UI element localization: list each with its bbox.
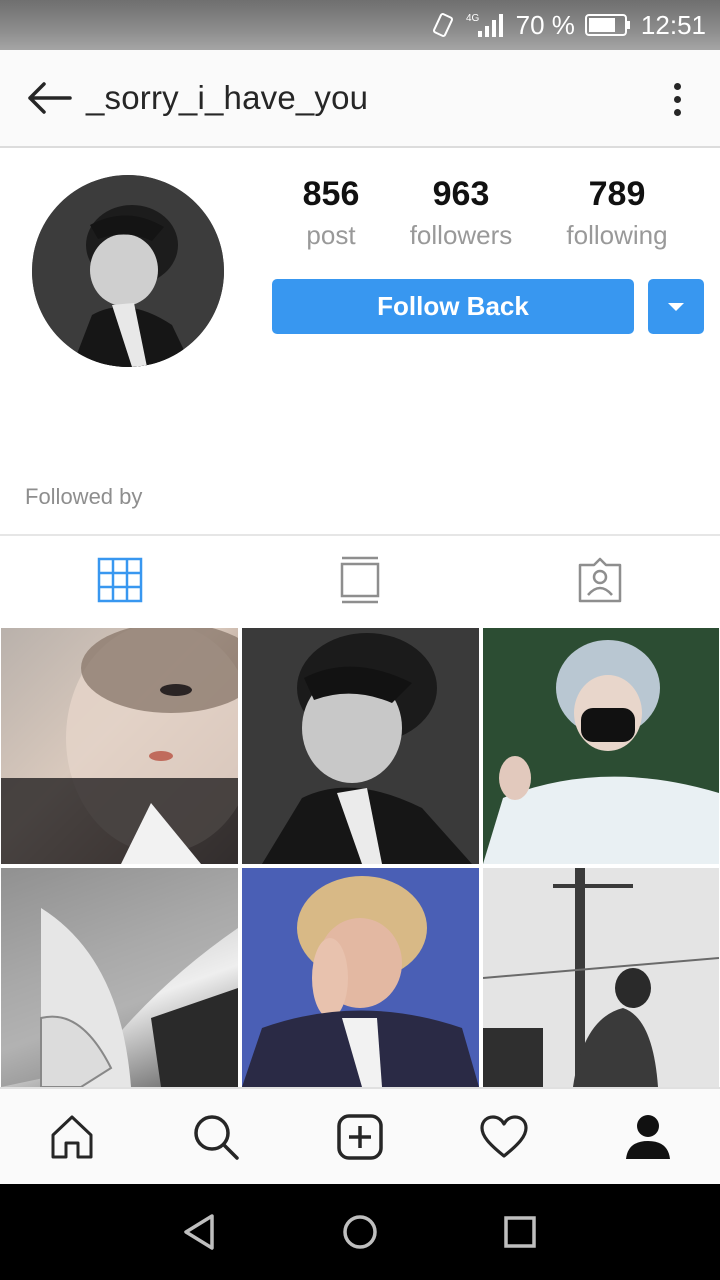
nav-add-post[interactable]	[288, 1089, 432, 1184]
followed-by-label: Followed by	[25, 484, 143, 509]
network-type: 4G	[466, 13, 480, 24]
dot	[673, 108, 681, 116]
nav-profile[interactable]	[576, 1089, 720, 1184]
photo-image	[242, 868, 479, 1087]
system-home-button[interactable]	[280, 1184, 440, 1280]
vibrate-icon	[430, 12, 456, 38]
avatar-image	[32, 175, 224, 367]
photo-image	[242, 628, 479, 864]
system-back-button[interactable]	[120, 1184, 280, 1280]
stat-label: following	[566, 220, 668, 250]
app-bar: _sorry_i_have_you	[0, 50, 720, 148]
status-bar: 4G 70 % 12:51	[0, 0, 720, 50]
profile-username: _sorry_i_have_you	[86, 79, 369, 116]
photo-grid	[0, 627, 720, 1087]
add-icon	[337, 1113, 383, 1160]
chevron-down-icon	[668, 302, 684, 311]
circle-home-icon	[343, 1215, 377, 1249]
signal-icon: 4G	[466, 11, 506, 39]
stat-followers[interactable]: 963 followers	[376, 172, 546, 254]
profile-avatar[interactable]	[32, 175, 224, 367]
bottom-navigation	[0, 1087, 720, 1184]
nav-search[interactable]	[144, 1089, 288, 1184]
stat-label: followers	[409, 220, 513, 250]
tagged-icon	[578, 557, 622, 603]
dot	[673, 95, 681, 103]
photo-thumbnail[interactable]	[483, 628, 719, 864]
photo-image	[1, 868, 238, 1087]
triangle-back-icon	[184, 1214, 214, 1250]
nav-home[interactable]	[0, 1089, 144, 1184]
photo-thumbnail[interactable]	[1, 628, 238, 864]
profile-stats: 856 post 963 followers 789 following	[268, 172, 708, 262]
follow-back-button[interactable]: Follow Back	[272, 279, 634, 334]
tab-grid[interactable]	[0, 536, 240, 624]
back-button[interactable]	[14, 63, 84, 133]
home-icon	[51, 1115, 93, 1158]
photo-thumbnail[interactable]	[483, 868, 719, 1087]
stat-following[interactable]: 789 following	[532, 172, 702, 254]
profile-tabs	[0, 534, 720, 624]
photo-image	[483, 868, 719, 1087]
system-navigation-bar	[0, 1184, 720, 1280]
clock: 12:51	[640, 9, 706, 40]
square-recents-icon	[504, 1216, 536, 1248]
suggestions-dropdown-button[interactable]	[648, 279, 704, 334]
tab-tagged[interactable]	[480, 536, 720, 624]
photo-image	[483, 628, 719, 864]
photo-thumbnail[interactable]	[242, 868, 479, 1087]
tab-feed[interactable]	[240, 536, 480, 624]
stat-value: 789	[588, 175, 646, 213]
dot	[673, 82, 681, 90]
photo-image	[1, 628, 238, 864]
stat-value: 963	[432, 175, 490, 213]
profile-icon	[626, 1114, 670, 1159]
back-arrow-icon	[28, 82, 72, 114]
battery-percent: 70 %	[515, 9, 575, 40]
system-recents-button[interactable]	[440, 1184, 600, 1280]
battery-icon	[584, 13, 631, 37]
search-icon	[194, 1114, 239, 1160]
more-options-button[interactable]	[662, 74, 692, 124]
nav-activity[interactable]	[432, 1089, 576, 1184]
photo-thumbnail[interactable]	[242, 628, 479, 864]
photo-thumbnail[interactable]	[1, 868, 238, 1087]
feed-icon	[340, 556, 380, 604]
grid-icon	[97, 557, 143, 603]
heart-icon	[480, 1114, 528, 1158]
